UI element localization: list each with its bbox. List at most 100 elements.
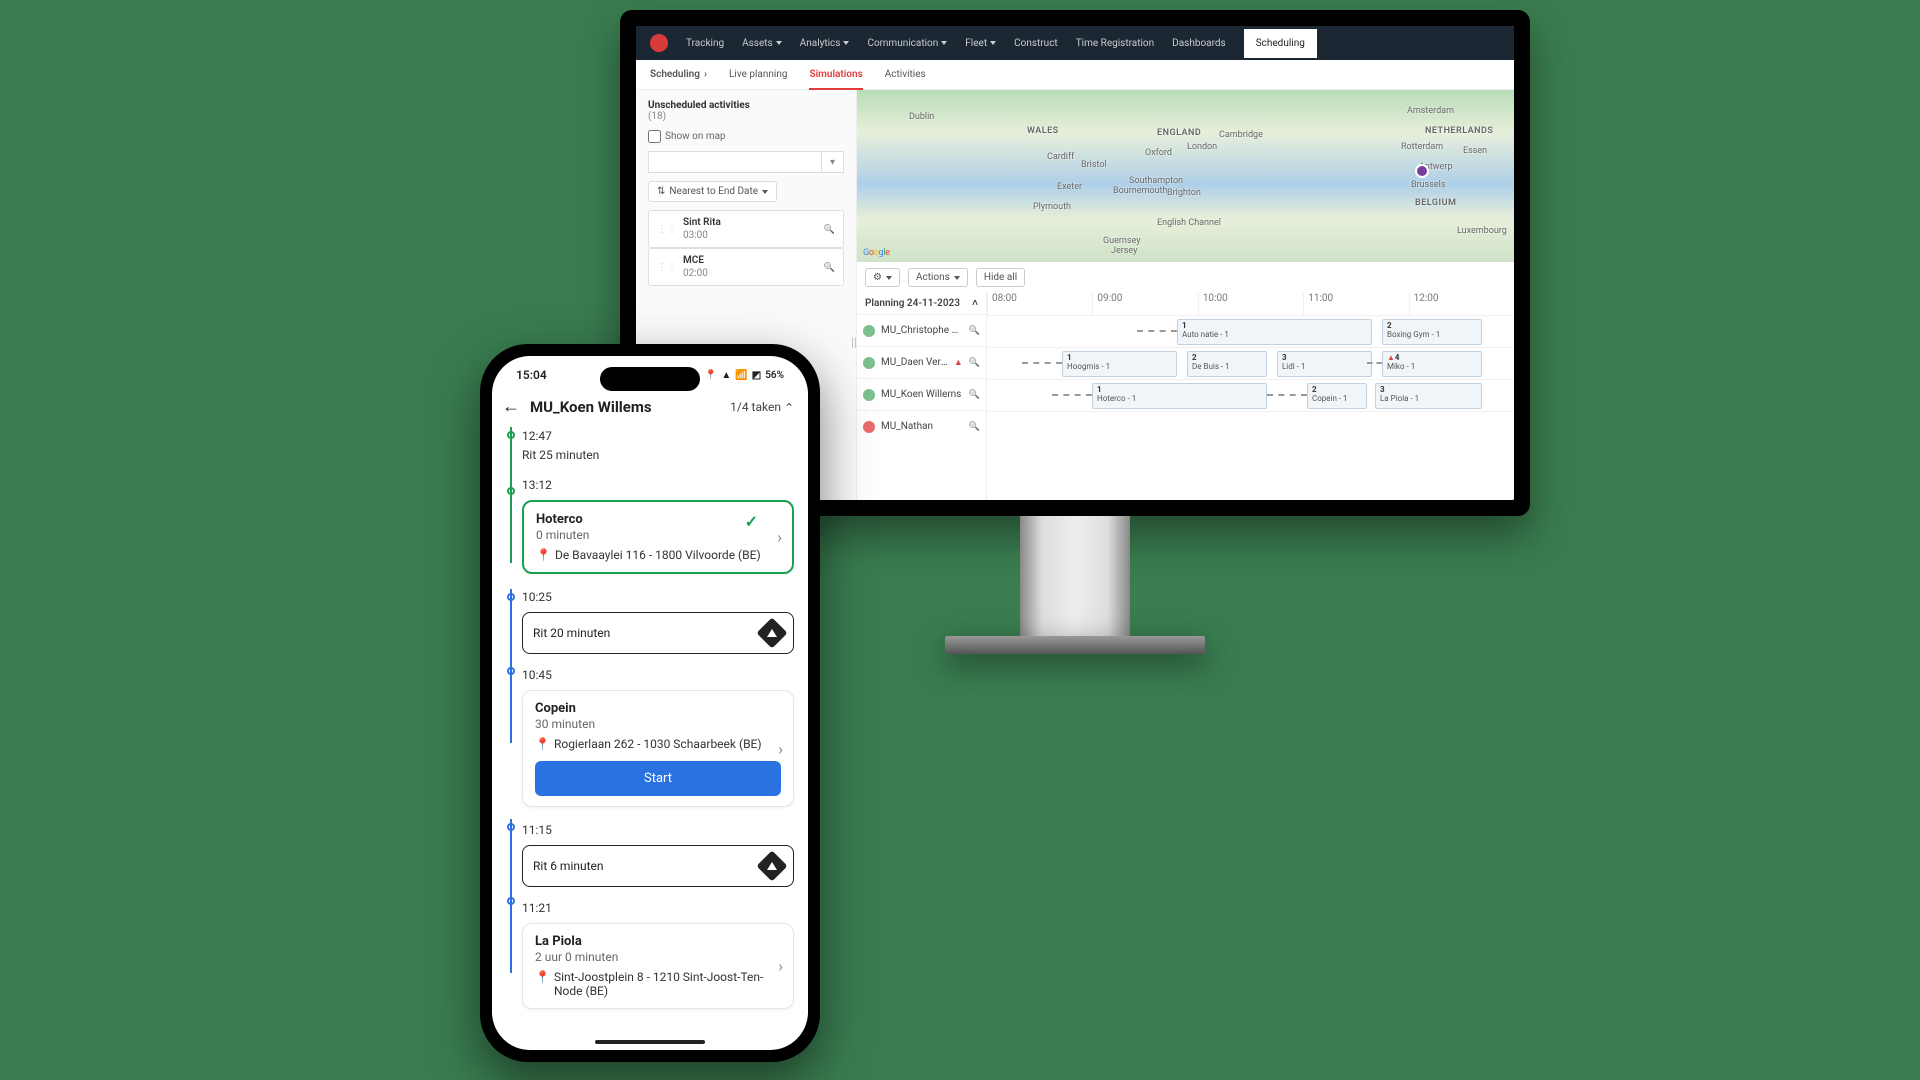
drag-icon[interactable]: ⋮⋮ — [657, 224, 677, 235]
map-label: Bristol — [1081, 160, 1107, 170]
chevron-down-icon — [762, 190, 768, 194]
navigate-icon[interactable] — [756, 850, 787, 881]
map-label: Brussels — [1411, 180, 1446, 190]
search-icon[interactable] — [824, 224, 835, 235]
actions-button[interactable]: Actions — [908, 268, 968, 287]
resource-row[interactable]: MU_Nathan — [857, 410, 986, 442]
schedule-task[interactable]: 3La Piola - 1 — [1375, 383, 1482, 409]
show-on-map-checkbox[interactable]: Show on map — [648, 130, 844, 143]
ride-label: Rit 25 minuten — [522, 445, 794, 476]
warning-icon: ▲ — [954, 357, 963, 368]
travel-line — [1367, 362, 1382, 364]
nav-fleet[interactable]: Fleet — [965, 38, 996, 49]
sort-button[interactable]: ⇅ Nearest to End Date — [648, 181, 777, 202]
visibility-icon[interactable] — [863, 325, 875, 337]
chevron-down-icon — [776, 41, 782, 45]
panel-drag-handle[interactable]: || — [851, 335, 857, 349]
map-view[interactable]: Google DublinAmsterdamWALESENGLANDNether… — [857, 90, 1514, 262]
stop-card[interactable]: Copein 30 minuten 📍Rogierlaan 262 - 1030… — [522, 690, 794, 807]
pin-icon: 📍 — [535, 970, 550, 984]
visibility-icon[interactable] — [863, 389, 875, 401]
resource-row[interactable]: MU_Daen Verm…▲ — [857, 346, 986, 378]
panel-count: (18) — [648, 111, 844, 122]
mobile-app: 15:04 📍 ▲ 📶 ◩ 56% ← MU_Koen Willems 1/4 … — [492, 356, 808, 1050]
search-icon[interactable] — [969, 389, 980, 400]
schedule-task[interactable]: 1Hoterco - 1 — [1092, 383, 1267, 409]
visibility-icon[interactable] — [863, 421, 875, 433]
nav-tracking[interactable]: Tracking — [686, 38, 724, 49]
wifi-icon: ▲ — [721, 370, 731, 381]
sort-icon: ⇅ — [657, 186, 665, 197]
breadcrumb[interactable]: Scheduling › — [650, 69, 707, 80]
map-label: Exeter — [1057, 182, 1082, 192]
search-icon[interactable] — [969, 357, 980, 368]
task-counter[interactable]: 1/4 taken ⌄ — [730, 400, 794, 414]
search-icon[interactable] — [969, 325, 980, 336]
hide-all-button[interactable]: Hide all — [976, 268, 1025, 287]
timeline-time: 12:47 — [522, 427, 794, 445]
stop-card[interactable]: ✓ Hoterco 0 minuten 📍De Bavaaylei 116 - … — [522, 500, 794, 574]
nav-analytics[interactable]: Analytics — [800, 38, 850, 49]
map-label: Amsterdam — [1407, 106, 1454, 116]
settings-button[interactable]: ⚙ — [865, 268, 900, 287]
schedule-header[interactable]: Planning 24-11-2023 ˄ — [857, 293, 986, 314]
back-button[interactable]: ← — [502, 396, 520, 417]
map-label: London — [1187, 142, 1217, 152]
visibility-icon[interactable] — [863, 357, 875, 369]
nav-communication[interactable]: Communication — [867, 38, 947, 49]
map-label: Jersey — [1111, 246, 1137, 256]
schedule-task[interactable]: 2De Buis - 1 — [1187, 351, 1267, 377]
navigate-icon[interactable] — [756, 617, 787, 648]
home-indicator[interactable] — [595, 1040, 705, 1044]
resource-row[interactable]: MU_Koen Willems — [857, 378, 986, 410]
search-icon[interactable] — [969, 421, 980, 432]
pin-icon: 📍 — [535, 737, 550, 751]
chevron-down-icon — [941, 41, 947, 45]
activity-card[interactable]: ⋮⋮MCE02:00 — [648, 248, 844, 286]
nav-construct[interactable]: Construct — [1014, 38, 1058, 49]
google-logo: Google — [863, 248, 890, 258]
timeline-time: 13:12 — [522, 476, 794, 494]
tab-live-planning[interactable]: Live planning — [729, 61, 787, 89]
chevron-down-icon — [990, 41, 996, 45]
tab-activities[interactable]: Activities — [885, 61, 926, 89]
top-navbar: Tracking Assets Analytics Communication Flee… — [636, 26, 1514, 60]
travel-line — [1137, 330, 1177, 332]
nav-assets[interactable]: Assets — [742, 38, 782, 49]
chevron-down-icon — [843, 41, 849, 45]
nav-dashboards[interactable]: Dashboards — [1172, 38, 1226, 49]
map-label: English Channel — [1157, 218, 1221, 228]
filter-select[interactable]: ▾ — [648, 151, 844, 173]
schedule-task[interactable]: 1Hoogmis - 1 — [1062, 351, 1177, 377]
start-button[interactable]: Start — [535, 761, 781, 796]
chevron-right-icon — [778, 957, 783, 976]
activity-card[interactable]: ⋮⋮Sint Rita03:00 — [648, 210, 844, 248]
timeline-header: 08:0009:0010:0011:0012:00 — [987, 293, 1514, 315]
tab-simulations[interactable]: Simulations — [809, 61, 862, 90]
nav-scheduling[interactable]: Scheduling — [1244, 29, 1317, 58]
filter-icon[interactable]: ▾ — [821, 152, 843, 172]
map-label: Netherlands — [1425, 126, 1493, 136]
chevron-right-icon: › — [704, 69, 707, 80]
route-timeline[interactable]: 12:47Rit 25 minuten13:12 ✓ Hoterco 0 min… — [492, 427, 808, 1027]
schedule-task[interactable]: 1Auto natie - 1 — [1177, 319, 1372, 345]
travel-line — [1267, 394, 1307, 396]
schedule-task[interactable]: 3Lidl - 1 — [1277, 351, 1372, 377]
map-label: Belgium — [1415, 198, 1456, 208]
ride-card[interactable]: Rit 20 minuten — [522, 612, 794, 654]
schedule-task[interactable]: 2Boxing Gym - 1 — [1382, 319, 1482, 345]
drag-icon[interactable]: ⋮⋮ — [657, 262, 677, 273]
resource-row[interactable]: MU_Christophe A… — [857, 314, 986, 346]
map-marker[interactable] — [1415, 164, 1429, 178]
schedule-task[interactable]: 2Copein - 1 — [1307, 383, 1367, 409]
ride-card[interactable]: Rit 6 minuten — [522, 845, 794, 887]
gear-icon: ⚙ — [873, 272, 882, 283]
stop-card[interactable]: La Piola 2 uur 0 minuten 📍Sint-Joostplei… — [522, 923, 794, 1009]
schedule-task[interactable]: ▲4Miko - 1 — [1382, 351, 1482, 377]
map-label: Southampton — [1129, 176, 1183, 186]
chevron-right-icon — [777, 528, 782, 547]
search-icon[interactable] — [824, 262, 835, 273]
panel-title: Unscheduled activities — [648, 100, 844, 111]
checkbox-input[interactable] — [648, 130, 661, 143]
nav-time-registration[interactable]: Time Registration — [1076, 38, 1154, 49]
